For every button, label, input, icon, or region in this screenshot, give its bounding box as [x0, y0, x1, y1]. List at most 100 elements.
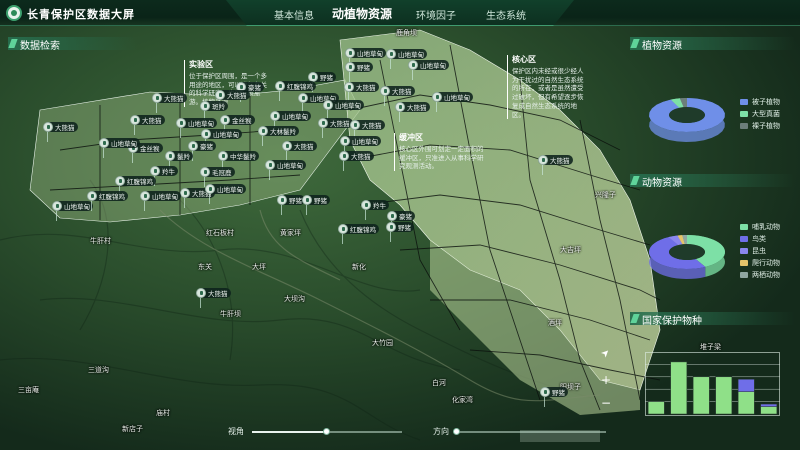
species-pin[interactable]: 山地草甸 — [386, 49, 427, 69]
species-pin[interactable]: 山地草甸 — [205, 184, 246, 204]
bar[interactable] — [760, 403, 778, 407]
species-pin[interactable]: 山地草甸 — [270, 111, 311, 131]
bar[interactable] — [647, 401, 665, 415]
place-label: 大吉坪 — [560, 246, 581, 254]
species-pin[interactable]: 大熊猫 — [395, 102, 430, 122]
species-pin[interactable]: 鬣羚 — [165, 151, 193, 171]
species-pin[interactable]: 山地草甸 — [176, 118, 217, 138]
species-pin[interactable]: 中华鬣羚 — [218, 151, 259, 171]
pin-stem — [542, 165, 543, 175]
species-pin-label: 山地草甸 — [217, 186, 243, 194]
place-label: 白河 — [432, 379, 446, 387]
legend-item[interactable]: 爬行动物 — [740, 258, 780, 268]
species-pin[interactable]: 红腹锦鸡 — [338, 224, 379, 244]
species-pin[interactable]: 大熊猫 — [282, 141, 317, 161]
species-pin[interactable]: 大熊猫 — [130, 115, 165, 135]
species-pin-label: 野猪 — [314, 197, 327, 205]
species-pin[interactable]: 金丝猴 — [220, 115, 255, 135]
animal-icon — [318, 118, 328, 128]
direction-slider[interactable] — [453, 428, 606, 435]
pin-stem — [306, 205, 307, 215]
bar[interactable] — [692, 376, 710, 415]
data-search-title[interactable]: 数据检索 — [8, 37, 138, 52]
view-angle-slider[interactable] — [252, 428, 402, 435]
zoom-out-button[interactable]: − — [600, 396, 612, 410]
animal-resources-title[interactable]: 动物资源 — [630, 174, 795, 189]
species-pin[interactable]: 山地草甸 — [432, 92, 473, 112]
plant-donut-chart[interactable] — [640, 88, 735, 148]
species-pin[interactable]: 山地草甸 — [345, 48, 386, 68]
protected-species-bar-chart[interactable] — [645, 352, 780, 416]
legend-item[interactable]: 两栖动物 — [740, 270, 780, 280]
species-pin[interactable]: 大熊猫 — [43, 122, 78, 142]
species-pin[interactable]: 大林鬣羚 — [258, 126, 299, 146]
plant-resources-title[interactable]: 植物资源 — [630, 37, 795, 52]
species-pin[interactable]: 山地草甸 — [140, 191, 181, 211]
species-pin[interactable]: 野猪 — [277, 195, 305, 215]
legend-label: 哺乳动物 — [752, 223, 780, 231]
species-pin[interactable]: 山地草甸 — [52, 201, 93, 221]
bar[interactable] — [715, 376, 733, 415]
species-pin[interactable]: 野猪 — [302, 195, 330, 215]
legend-item[interactable]: 昆虫 — [740, 246, 766, 256]
pin-stem — [91, 201, 92, 211]
species-pin[interactable]: 红腹锦鸡 — [115, 176, 156, 196]
species-pin[interactable]: 羚牛 — [361, 200, 389, 220]
species-pin[interactable]: 山地草甸 — [99, 138, 140, 158]
direction-knob[interactable] — [453, 428, 460, 435]
species-pin-label: 斑羚 — [212, 103, 225, 111]
species-pin[interactable]: 野猪 — [540, 387, 568, 407]
bar[interactable] — [760, 406, 778, 415]
species-pin[interactable]: 山地草甸 — [323, 100, 364, 120]
animal-icon — [200, 101, 210, 111]
place-label: 大坪 — [252, 263, 266, 271]
species-pin[interactable]: 山地草甸 — [201, 129, 242, 149]
species-pin[interactable]: 大熊猫 — [339, 151, 374, 171]
animal-donut-chart[interactable] — [640, 225, 735, 285]
pin-stem — [342, 234, 343, 244]
tab-ecosystem[interactable]: 生态系统 — [486, 7, 526, 22]
species-pin[interactable]: 山地草甸 — [340, 136, 381, 156]
legend-item[interactable]: 大型真菌 — [740, 109, 780, 119]
species-pin[interactable]: 大熊猫 — [215, 90, 250, 110]
bar[interactable] — [670, 361, 688, 415]
legend-item[interactable]: 裸子植物 — [740, 121, 780, 131]
legend-item[interactable]: 鸟类 — [740, 234, 766, 244]
view-angle-knob[interactable] — [322, 428, 330, 435]
species-pin[interactable]: 大熊猫 — [196, 288, 231, 308]
tab-basic-info[interactable]: 基本信息 — [274, 7, 314, 22]
species-pin[interactable]: 山地草甸 — [408, 60, 449, 80]
protected-species-title[interactable]: 国家保护物种 — [630, 312, 795, 327]
species-pin[interactable]: 斑羚 — [200, 101, 228, 121]
species-pin[interactable]: 大熊猫 — [152, 93, 187, 113]
place-label: 牛肝坝 — [220, 310, 241, 318]
pin-stem — [262, 136, 263, 146]
animal-icon — [87, 191, 97, 201]
tab-flora-fauna[interactable]: 动植物资源 — [332, 5, 392, 22]
legend-swatch — [740, 111, 748, 117]
species-pin[interactable]: 毛冠鹿 — [200, 167, 235, 187]
species-pin[interactable]: 山地草甸 — [265, 160, 306, 180]
bar[interactable] — [737, 391, 755, 415]
species-pin[interactable]: 野猪 — [386, 222, 414, 242]
zoom-in-button[interactable]: + — [600, 373, 612, 387]
dashboard: 长青保护区数据大屏 基本信息 动植物资源 环境因子 生态系统 数据检索 实验区 … — [0, 0, 800, 450]
species-pin[interactable]: 大熊猫 — [318, 118, 353, 138]
bar[interactable] — [737, 379, 755, 392]
animal-icon — [165, 151, 175, 161]
tab-environment[interactable]: 环境因子 — [416, 7, 456, 22]
species-pin[interactable]: 羚牛 — [150, 166, 178, 186]
species-pin[interactable]: 豪猪 — [387, 211, 415, 231]
species-pin[interactable]: 大熊猫 — [538, 155, 573, 175]
legend-item[interactable]: 哺乳动物 — [740, 222, 780, 232]
species-pin[interactable]: 大熊猫 — [350, 120, 385, 140]
pin-stem — [390, 232, 391, 242]
legend-item[interactable]: 被子植物 — [740, 97, 780, 107]
species-pin[interactable]: 大熊猫 — [344, 82, 379, 102]
species-pin[interactable]: 红腹锦鸡 — [275, 81, 316, 101]
species-pin[interactable]: 红腹锦鸡 — [87, 191, 128, 211]
animal-icon — [188, 141, 198, 151]
species-pin[interactable]: 大熊猫 — [380, 86, 415, 106]
species-pin[interactable]: 豪猪 — [188, 141, 216, 161]
species-pin[interactable]: 野猪 — [345, 62, 373, 82]
